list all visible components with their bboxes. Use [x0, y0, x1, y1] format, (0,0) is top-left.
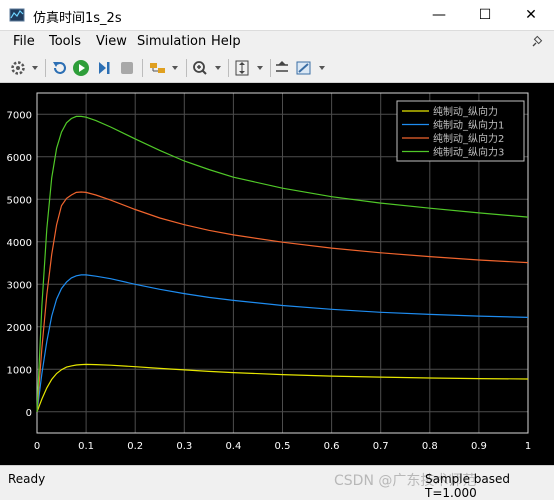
y-tick-label: 7000 — [7, 110, 32, 121]
pin-icon[interactable] — [530, 35, 544, 49]
y-tick-label: 3000 — [7, 280, 32, 291]
legend-edit-button[interactable] — [294, 58, 328, 78]
stop-icon — [121, 62, 133, 74]
gear-icon — [11, 61, 38, 75]
close-button[interactable]: ✕ — [508, 0, 554, 30]
status-ready: Ready — [8, 472, 46, 486]
zoom-icon — [193, 61, 221, 75]
matlab-scope-icon — [9, 8, 25, 22]
title-bar: 仿真时间1s_2s — ☐ ✕ — [0, 0, 554, 31]
maximize-button[interactable]: ☐ — [462, 0, 508, 30]
step-forward-button[interactable] — [94, 58, 114, 78]
run-icon — [73, 60, 89, 76]
legend-label-4: 纯制动_纵向力3 — [433, 146, 504, 159]
x-tick-label: 0.4 — [225, 441, 241, 452]
minimize-icon: — — [432, 7, 446, 23]
x-tick-label: 0.6 — [324, 441, 340, 452]
x-tick-label: 0.7 — [373, 441, 389, 452]
stop-button[interactable] — [117, 58, 137, 78]
menu-bar: File Tools View Simulation Help — [0, 31, 554, 53]
close-icon: ✕ — [525, 7, 537, 23]
x-tick-label: 1 — [525, 441, 531, 452]
highlight-icon — [150, 63, 178, 73]
cursor-button[interactable] — [272, 58, 292, 78]
x-tick-label: 0.9 — [471, 441, 487, 452]
menu-help[interactable]: Help — [211, 34, 241, 49]
legend-label-3: 纯制动_纵向力2 — [433, 132, 504, 145]
autoscale-icon — [235, 60, 263, 76]
cursor-icon — [276, 61, 288, 72]
zoom-button[interactable] — [190, 58, 224, 78]
legend[interactable]: 纯制动_纵向力纯制动_纵向力1纯制动_纵向力2纯制动_纵向力3 — [396, 100, 525, 162]
menu-simulation[interactable]: Simulation — [137, 34, 206, 49]
status-bar: Ready CSDN @广东技术师范 Sample based T=1.000 — [0, 465, 554, 500]
maximize-icon: ☐ — [478, 7, 492, 23]
menu-tools[interactable]: Tools — [49, 34, 81, 49]
restore-button[interactable] — [50, 58, 70, 78]
x-tick-labels: 0 0.1 0.2 0.3 0.4 0.5 0.6 0.7 0.8 0.9 1 — [34, 441, 531, 452]
x-tick-label: 0.2 — [127, 441, 143, 452]
highlight-button[interactable] — [147, 58, 181, 78]
x-tick-label: 0 — [34, 441, 40, 452]
y-tick-label: 2000 — [7, 323, 32, 334]
menu-file[interactable]: File — [13, 34, 35, 49]
x-tick-label: 0.5 — [275, 441, 291, 452]
x-tick-label: 0.8 — [422, 441, 438, 452]
legend-edit-icon — [296, 61, 325, 75]
settings-button[interactable] — [8, 58, 40, 78]
legend-label-1: 纯制动_纵向力 — [433, 105, 498, 118]
x-tick-label: 0.3 — [176, 441, 192, 452]
menu-view[interactable]: View — [96, 34, 127, 49]
y-tick-label: 1000 — [7, 365, 32, 376]
y-tick-label: 0 — [26, 408, 32, 419]
status-time: Sample based T=1.000 — [425, 472, 511, 500]
minimize-button[interactable]: — — [416, 0, 462, 30]
y-tick-labels: 0 1000 2000 3000 4000 5000 6000 7000 — [7, 110, 32, 419]
step-forward-icon — [99, 62, 110, 74]
y-tick-label: 5000 — [7, 195, 32, 206]
y-tick-label: 4000 — [7, 238, 32, 249]
x-tick-label: 0.1 — [78, 441, 94, 452]
restore-icon — [53, 62, 66, 74]
run-button[interactable] — [71, 58, 91, 78]
y-tick-label: 6000 — [7, 153, 32, 164]
toolbar — [0, 54, 554, 83]
legend-label-2: 纯制动_纵向力1 — [433, 119, 504, 132]
scope-plot-area[interactable]: 0 0.1 0.2 0.3 0.4 0.5 0.6 0.7 0.8 0.9 1 0 1000 2000 3… — [0, 83, 554, 465]
line-chart[interactable]: 0 0.1 0.2 0.3 0.4 0.5 0.6 0.7 0.8 0.9 1 0 1000 2000 3… — [0, 83, 554, 465]
window-title: 仿真时间1s_2s — [33, 11, 122, 26]
autoscale-button[interactable] — [232, 58, 266, 78]
